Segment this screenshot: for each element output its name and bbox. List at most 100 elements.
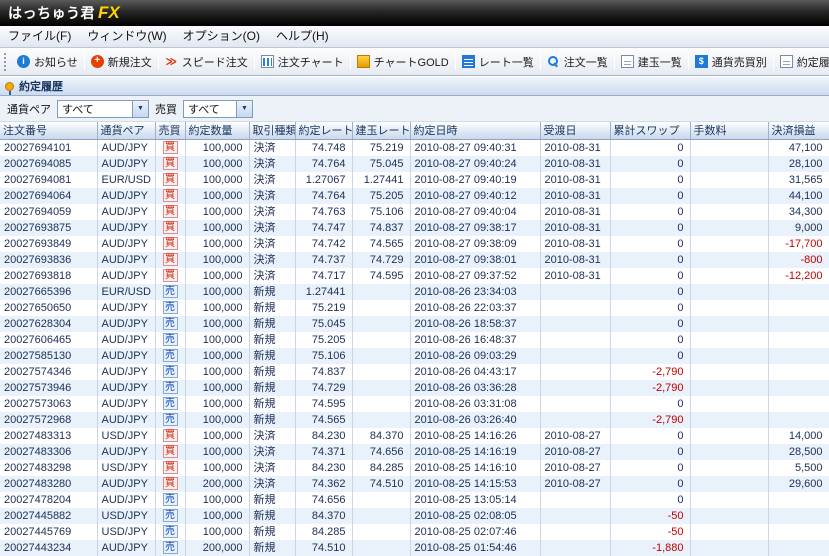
menu-item-window[interactable]: ウィンドウ(W): [79, 26, 174, 47]
pair-cell: AUD/JPY: [97, 139, 155, 156]
currency-pair-select[interactable]: すべて ▼: [57, 100, 149, 118]
exec-time-cell: 2010-08-26 22:03:37: [410, 300, 540, 316]
pl-cell: 5,500: [768, 460, 829, 476]
fee-cell: [690, 508, 768, 524]
side-select[interactable]: すべて ▼: [183, 100, 253, 118]
exec-rate-cell: 74.748: [295, 139, 352, 156]
toolbar-separator: [540, 53, 541, 70]
pl-cell: 28,500: [768, 444, 829, 460]
qty-cell: 100,000: [185, 524, 249, 540]
col-header-qty[interactable]: 約定数量: [185, 122, 249, 139]
execution-history-icon: [780, 55, 793, 68]
col-header-type[interactable]: 取引種類: [249, 122, 295, 139]
exec-rate-cell: 1.27067: [295, 172, 352, 188]
toolbar-item-currency-pairs[interactable]: 通貨売買別: [690, 50, 772, 74]
menu-item-file[interactable]: ファイル(F): [0, 26, 79, 47]
type-cell: 新規: [249, 300, 295, 316]
chevron-down-icon[interactable]: ▼: [236, 101, 252, 117]
col-header-exec-time[interactable]: 約定日時: [410, 122, 540, 139]
table-row[interactable]: 20027665396EUR/USD売100,000新規1.274412010-…: [0, 284, 829, 300]
col-header-fee[interactable]: 手数料: [690, 122, 768, 139]
table-row[interactable]: 20027694081EUR/USD買100,000決済1.270671.274…: [0, 172, 829, 188]
delivery-date-cell: [540, 300, 610, 316]
toolbar-item-speed-order[interactable]: スピード注文: [160, 50, 253, 74]
table-row[interactable]: 20027693875AUD/JPY買100,000決済74.74774.837…: [0, 220, 829, 236]
col-header-delivery-date[interactable]: 受渡日: [540, 122, 610, 139]
order-no-cell: 20027693875: [0, 220, 97, 236]
open-rate-cell: 74.510: [352, 476, 410, 492]
table-row[interactable]: 20027628304AUD/JPY売100,000新規75.0452010-0…: [0, 316, 829, 332]
chevron-down-icon[interactable]: ▼: [132, 101, 148, 117]
toolbar-item-execution-history[interactable]: 約定履歴: [775, 50, 829, 74]
fee-cell: [690, 284, 768, 300]
table-row[interactable]: 20027694085AUD/JPY買100,000決済74.76475.045…: [0, 156, 829, 172]
table-row[interactable]: 20027573063AUD/JPY売100,000新規74.5952010-0…: [0, 396, 829, 412]
col-header-swap[interactable]: 累計スワップ: [610, 122, 690, 139]
menu-item-help[interactable]: ヘルプ(H): [268, 26, 337, 47]
fee-cell: [690, 300, 768, 316]
table-row[interactable]: 20027573946AUD/JPY売100,000新規74.7292010-0…: [0, 380, 829, 396]
table-row[interactable]: 20027693818AUD/JPY買100,000決済74.71774.595…: [0, 268, 829, 284]
toolbar-item-order-chart[interactable]: 注文チャート: [256, 50, 349, 74]
side-cell: 売: [155, 380, 185, 396]
side-cell: 買: [155, 476, 185, 492]
col-header-order-no[interactable]: 注文番号: [0, 122, 97, 139]
pair-cell: AUD/JPY: [97, 380, 155, 396]
toolbar-separator: [158, 53, 159, 70]
table-row[interactable]: 20027445882USD/JPY売100,000新規84.3702010-0…: [0, 508, 829, 524]
qty-cell: 100,000: [185, 380, 249, 396]
toolbar-item-info[interactable]: お知らせ: [12, 50, 83, 74]
toolbar-item-position-list[interactable]: 建玉一覧: [616, 50, 687, 74]
table-row[interactable]: 20027483313USD/JPY買100,000決済84.23084.370…: [0, 428, 829, 444]
col-header-pl[interactable]: 決済損益: [768, 122, 829, 139]
col-header-exec-rate[interactable]: 約定レート: [295, 122, 352, 139]
menu-item-option[interactable]: オプション(O): [175, 26, 268, 47]
delivery-date-cell: [540, 284, 610, 300]
sell-badge: 売: [163, 317, 178, 330]
col-header-pair[interactable]: 通貨ペア: [97, 122, 155, 139]
pair-cell: USD/JPY: [97, 524, 155, 540]
table-row[interactable]: 20027650650AUD/JPY売100,000新規75.2192010-0…: [0, 300, 829, 316]
buy-badge: 買: [163, 173, 178, 186]
table-row[interactable]: 20027606465AUD/JPY売100,000新規75.2052010-0…: [0, 332, 829, 348]
table-row[interactable]: 20027445769USD/JPY売100,000新規84.2852010-0…: [0, 524, 829, 540]
swap-cell: 0: [610, 139, 690, 156]
exec-time-cell: 2010-08-27 09:37:52: [410, 268, 540, 284]
exec-rate-cell: 74.747: [295, 220, 352, 236]
table-row[interactable]: 20027693849AUD/JPY買100,000決済74.74274.565…: [0, 236, 829, 252]
delivery-date-cell: 2010-08-31: [540, 204, 610, 220]
col-header-side[interactable]: 売買: [155, 122, 185, 139]
pl-cell: 44,100: [768, 188, 829, 204]
table-row[interactable]: 20027585130AUD/JPY売100,000新規75.1062010-0…: [0, 348, 829, 364]
table-row[interactable]: 20027574346AUD/JPY売100,000新規74.8372010-0…: [0, 364, 829, 380]
swap-cell: 0: [610, 444, 690, 460]
fee-cell: [690, 460, 768, 476]
table-row[interactable]: 20027478204AUD/JPY売100,000新規74.6562010-0…: [0, 492, 829, 508]
type-cell: 決済: [249, 460, 295, 476]
table-row[interactable]: 20027694101AUD/JPY買100,000決済74.74875.219…: [0, 139, 829, 156]
side-cell: 買: [155, 236, 185, 252]
exec-time-cell: 2010-08-26 16:48:37: [410, 332, 540, 348]
col-header-open-rate[interactable]: 建玉レート: [352, 122, 410, 139]
table-row[interactable]: 20027572968AUD/JPY売100,000新規74.5652010-0…: [0, 412, 829, 428]
pair-cell: AUD/JPY: [97, 268, 155, 284]
order-no-cell: 20027606465: [0, 332, 97, 348]
table-row[interactable]: 20027483280AUD/JPY買200,000決済74.36274.510…: [0, 476, 829, 492]
table-row[interactable]: 20027694064AUD/JPY買100,000決済74.76475.205…: [0, 188, 829, 204]
fee-cell: [690, 396, 768, 412]
table-row[interactable]: 20027483298USD/JPY買100,000決済84.23084.285…: [0, 460, 829, 476]
table-row[interactable]: 20027483306AUD/JPY買100,000決済74.37174.656…: [0, 444, 829, 460]
position-list-icon: [621, 55, 634, 68]
toolbar-grip[interactable]: [4, 53, 8, 71]
table-row[interactable]: 20027693836AUD/JPY買100,000決済74.73774.729…: [0, 252, 829, 268]
toolbar-item-new-order[interactable]: 新規注文: [86, 50, 157, 74]
currency-pair-value: すべて: [58, 101, 132, 117]
side-cell: 売: [155, 412, 185, 428]
side-cell: 買: [155, 204, 185, 220]
toolbar-item-rate-list[interactable]: レート一覧: [457, 50, 539, 74]
toolbar-item-chart-gold[interactable]: チャートGOLD: [352, 50, 454, 74]
fee-cell: [690, 172, 768, 188]
toolbar-item-order-list[interactable]: 注文一覧: [542, 50, 613, 74]
order-no-cell: 20027628304: [0, 316, 97, 332]
table-row[interactable]: 20027694059AUD/JPY買100,000決済74.76375.106…: [0, 204, 829, 220]
